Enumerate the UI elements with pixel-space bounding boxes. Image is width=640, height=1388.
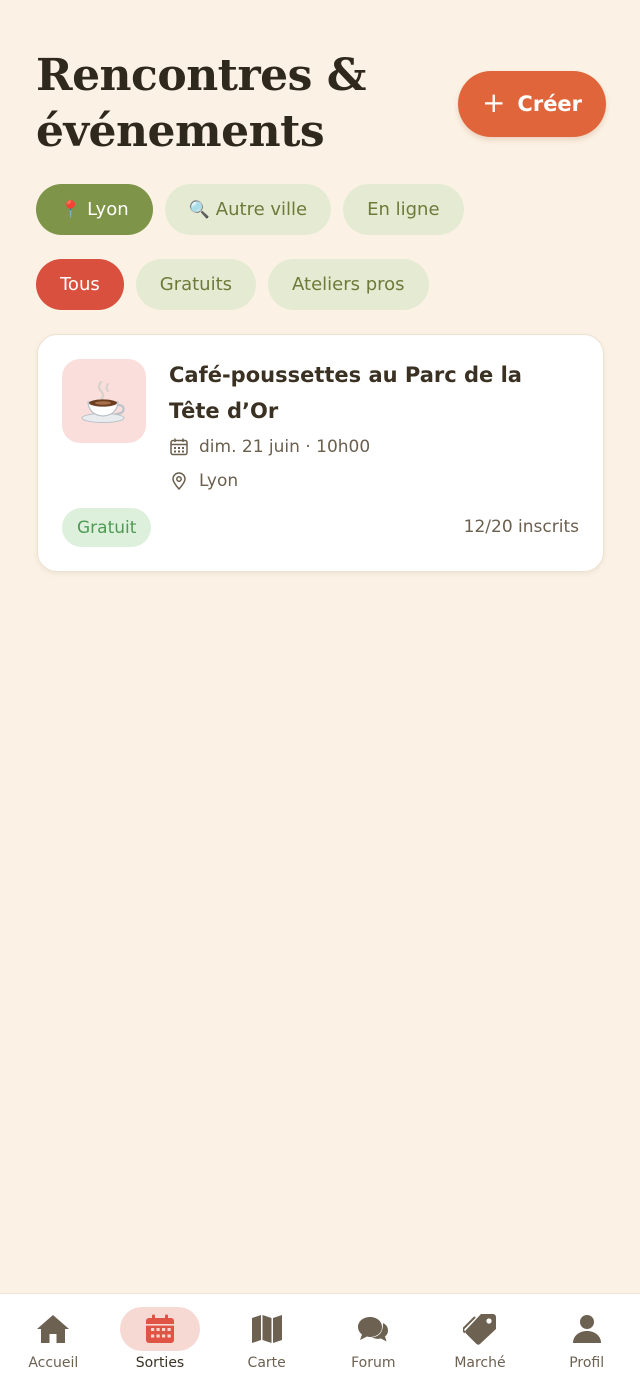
event-date: dim. 21 juin · 10h00 <box>199 437 371 457</box>
bottom-navigation: Accueil Sorties Carte Forum Marché Profi… <box>0 1293 640 1388</box>
event-place-row: Lyon <box>169 471 238 491</box>
user-icon <box>572 1315 601 1343</box>
chip-location-lyon[interactable]: 📍 Lyon <box>36 184 153 235</box>
nav-label: Marché <box>454 1355 506 1371</box>
event-title: Café-poussettes au Parc de la Tête d’Or <box>169 363 522 423</box>
nav-home[interactable]: Accueil <box>0 1294 107 1388</box>
category-filter-row: Tous Gratuits Ateliers pros <box>36 259 429 310</box>
location-filter-row: 📍 Lyon 🔍 Autre ville En ligne <box>36 184 464 235</box>
nav-forum[interactable]: Forum <box>320 1294 427 1388</box>
nav-map[interactable]: Carte <box>213 1294 320 1388</box>
page-header: Rencontres & événements + Créer <box>36 48 606 160</box>
nav-label: Sorties <box>135 1355 185 1371</box>
nav-market[interactable]: Marché <box>427 1294 534 1388</box>
chat-icon <box>358 1317 389 1342</box>
calendar-icon <box>145 1314 174 1343</box>
pin-icon: 📍 <box>60 199 82 220</box>
plus-icon: + <box>481 85 506 119</box>
tag-icon <box>462 1314 496 1345</box>
event-place: Lyon <box>199 471 239 491</box>
coffee-cup-icon <box>81 380 125 423</box>
calendar-icon <box>170 438 188 456</box>
chip-label: Lyon <box>87 199 129 220</box>
chip-all[interactable]: Tous <box>36 259 124 310</box>
page-title: Rencontres & événements <box>36 50 367 157</box>
chip-free[interactable]: Gratuits <box>135 259 257 310</box>
nav-label: Profil <box>569 1355 605 1371</box>
home-icon <box>37 1315 70 1343</box>
chip-pro-workshops[interactable]: Ateliers pros <box>268 259 429 310</box>
events-screen: Rencontres & événements + Créer 📍 Lyon 🔍… <box>0 0 640 1388</box>
chip-label: Gratuits <box>159 274 233 295</box>
create-button-label: Créer <box>517 92 583 116</box>
nav-label: Forum <box>351 1355 396 1371</box>
nav-label: Accueil <box>28 1355 79 1371</box>
magnifier-icon: 🔍 <box>188 199 210 220</box>
event-thumbnail <box>62 359 146 443</box>
event-date-row: dim. 21 juin · 10h00 <box>169 437 370 457</box>
attendees-count: 12/20 inscrits <box>463 517 579 537</box>
event-card[interactable]: Café-poussettes au Parc de la Tête d’Or … <box>37 334 604 572</box>
chip-label: Ateliers pros <box>292 274 405 295</box>
nav-label: Carte <box>247 1355 286 1371</box>
map-pin-icon <box>172 472 186 491</box>
price-badge: Gratuit <box>62 508 152 547</box>
chip-label: Tous <box>60 274 100 295</box>
nav-outings[interactable]: Sorties <box>107 1294 214 1388</box>
chip-label: En ligne <box>367 199 440 220</box>
nav-profile[interactable]: Profil <box>533 1294 640 1388</box>
chip-other-city[interactable]: 🔍 Autre ville <box>164 184 332 235</box>
chip-online[interactable]: En ligne <box>343 184 464 235</box>
create-event-button[interactable]: + Créer <box>458 71 606 137</box>
chip-label: Autre ville <box>215 199 308 220</box>
map-icon <box>251 1315 282 1343</box>
